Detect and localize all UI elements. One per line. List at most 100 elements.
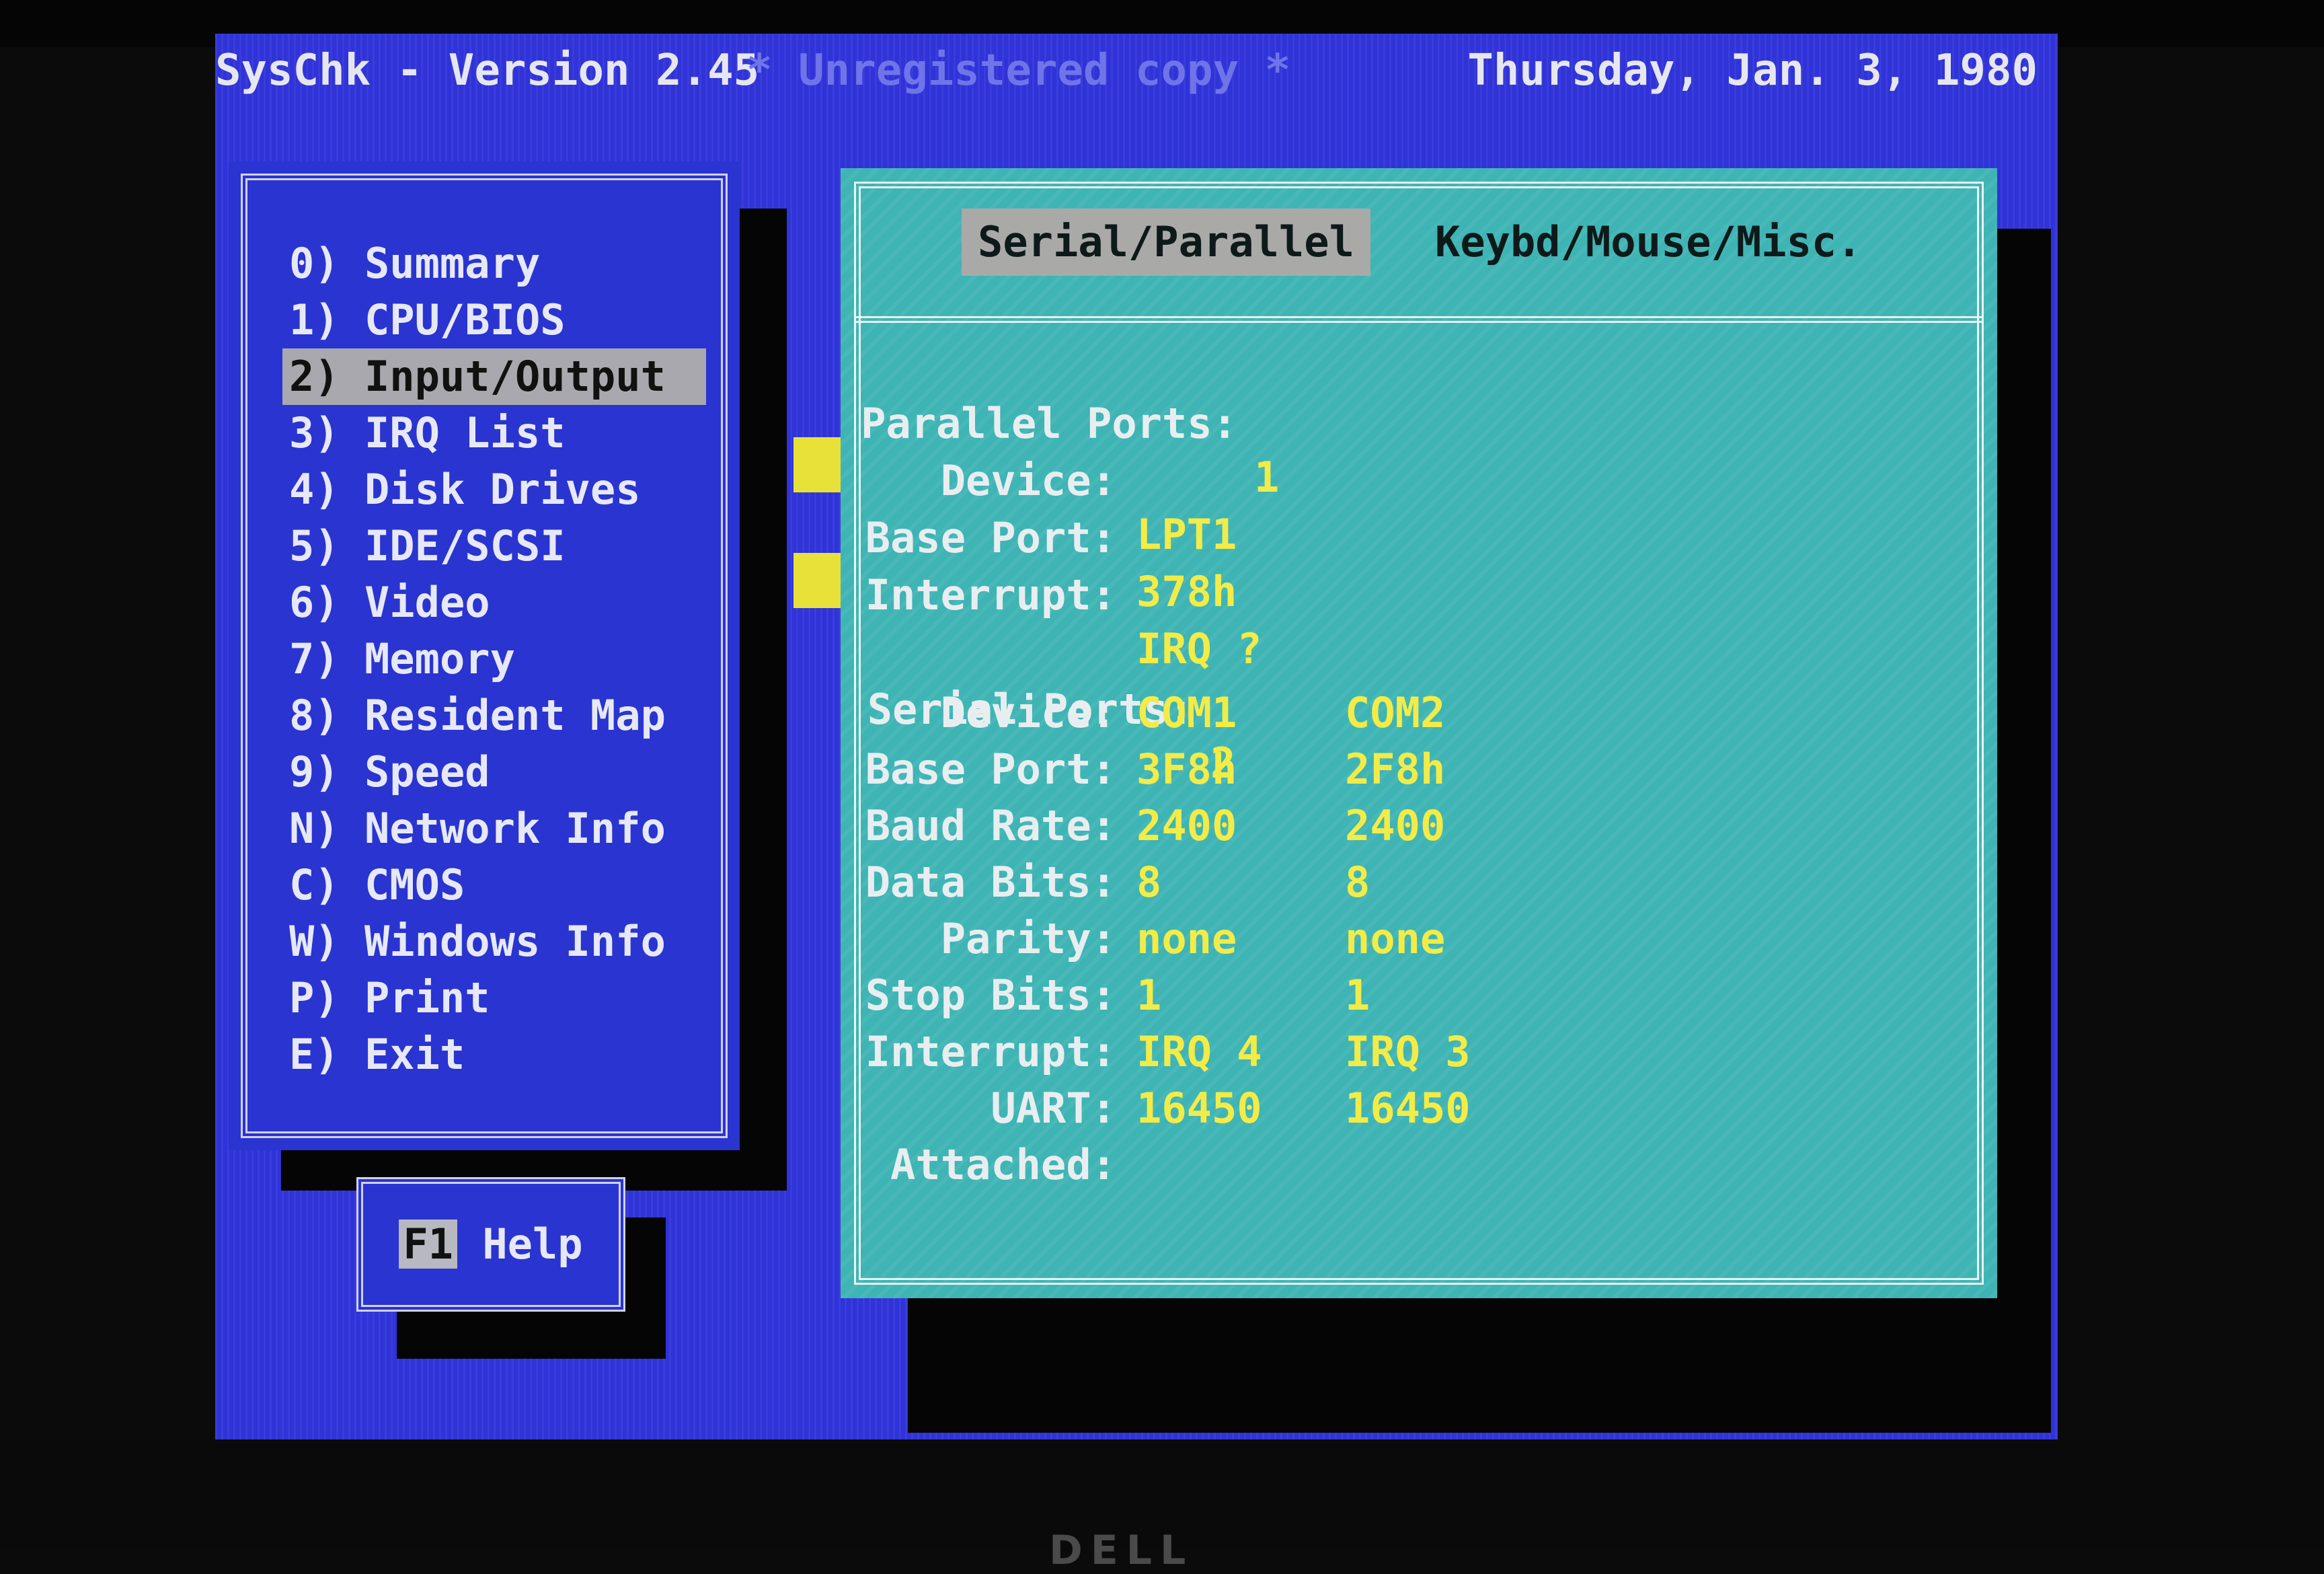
menu-connector-highlight [793, 553, 847, 608]
menu-item-summary[interactable]: 0) Summary [282, 235, 706, 292]
serial-row-label: Data Bits: [865, 858, 1116, 907]
serial-row-label: Base Port: [865, 745, 1116, 794]
serial-row-label: Interrupt: [865, 1027, 1116, 1076]
unregistered-notice: * Unregistered copy * [746, 46, 1291, 96]
parallel-device-row: Device: LPT1 [841, 400, 1984, 559]
menu-item-label: Video [364, 578, 490, 627]
menu-item-label: Print [364, 973, 490, 1022]
menu-item-label: Memory [364, 634, 515, 683]
serial-com2-value: 2F8h [1345, 745, 1446, 794]
serial-row-label: Stop Bits: [865, 971, 1116, 1020]
menu-item-key: W) [289, 917, 340, 966]
serial-row-label: Device: [940, 688, 1116, 737]
serial-ports-row: Serial Ports: 2 [841, 629, 1984, 788]
panel-shadow [1997, 229, 2051, 1372]
menu-item-key: 3) [289, 408, 340, 457]
serial-row-label: Parity: [940, 914, 1116, 963]
tab-divider [854, 316, 1984, 323]
serial-com1-value: COM1 [1136, 688, 1237, 737]
menu-item-key: 0) [289, 239, 340, 288]
serial-com2-value: IRQ 3 [1345, 1027, 1471, 1076]
dos-screen: SysChk - Version 2.45 * Unregistered cop… [215, 34, 2058, 1453]
serial-row-label: Baud Rate: [865, 801, 1116, 850]
io-panel: Serial/Parallel Keybd/Mouse/Misc. Parall… [841, 168, 1997, 1298]
menu-item-irq-list[interactable]: 3) IRQ List [282, 405, 706, 461]
menu-item-cmos[interactable]: C) CMOS [282, 857, 706, 913]
serial-row: UART: 16450 16450 [841, 1082, 1984, 1135]
serial-row: Attached: [841, 1138, 1984, 1192]
menu-item-key: 8) [289, 691, 340, 740]
serial-com1-value: none [1136, 914, 1237, 963]
menu-item-speed[interactable]: 9) Speed [282, 744, 706, 800]
app-title: SysChk - Version 2.45 [215, 46, 760, 96]
menu-item-network-info[interactable]: N) Network Info [282, 800, 706, 857]
serial-row: Stop Bits: 1 1 [841, 969, 1984, 1022]
serial-com1-value: 1 [1136, 971, 1162, 1020]
menu-list: 0) Summary 1) CPU/BIOS 2) Input/Output 3) I… [282, 235, 706, 1083]
menu-item-input-output[interactable]: 2) Input/Output [282, 348, 706, 405]
menu-item-label: CMOS [364, 860, 465, 909]
main-menu: 0) Summary 1) CPU/BIOS 2) Input/Output 3) I… [229, 161, 740, 1150]
menu-item-key: 1) [289, 295, 340, 344]
serial-row: Interrupt: IRQ 4 IRQ 3 [841, 1025, 1984, 1079]
serial-com1-value: 2400 [1136, 801, 1237, 850]
serial-row-label: Attached: [890, 1140, 1116, 1189]
tab-serial-parallel[interactable]: Serial/Parallel [962, 209, 1370, 276]
help-label: Help [482, 1220, 583, 1269]
parallel-ports-row: Parallel Ports: 1 [841, 343, 1984, 502]
menu-connector-highlight [793, 437, 847, 492]
menu-item-label: CPU/BIOS [364, 295, 566, 344]
menu-item-disk-drives[interactable]: 4) Disk Drives [282, 461, 706, 518]
parallel-irq-label: Interrupt: [865, 570, 1116, 620]
parallel-base-value: 378h [1136, 567, 1237, 616]
serial-com2-value: none [1345, 914, 1446, 963]
menu-item-memory[interactable]: 7) Memory [282, 631, 706, 687]
serial-row: Base Port: 3F8h 2F8h [841, 743, 1984, 796]
menu-item-label: Speed [364, 747, 490, 796]
menu-item-cpu-bios[interactable]: 1) CPU/BIOS [282, 292, 706, 348]
serial-row: Baud Rate: 2400 2400 [841, 799, 1984, 853]
menu-item-key: 6) [289, 578, 340, 627]
serial-com2-value: 1 [1345, 971, 1370, 1020]
menu-item-exit[interactable]: E) Exit [282, 1026, 706, 1083]
menu-item-key: 9) [289, 747, 340, 796]
menu-item-key: N) [289, 804, 340, 853]
menu-item-label: IDE/SCSI [364, 521, 566, 570]
monitor-logo: DELL [1049, 1527, 1194, 1574]
help-key-label: F1 [399, 1220, 457, 1269]
title-bar: SysChk - Version 2.45 * Unregistered cop… [215, 34, 2058, 108]
menu-item-key: E) [289, 1030, 340, 1079]
system-date: Thursday, Jan. 3, 1980 [1467, 46, 2038, 96]
serial-com1-value: 8 [1136, 858, 1162, 907]
menu-item-label: IRQ List [364, 408, 566, 457]
parallel-base-row: Base Port: 378h [841, 457, 1984, 616]
parallel-irq-row: Interrupt: IRQ ? [841, 515, 1984, 673]
menu-item-print[interactable]: P) Print [282, 970, 706, 1026]
menu-item-key: P) [289, 973, 340, 1022]
menu-item-windows-info[interactable]: W) Windows Info [282, 913, 706, 970]
menu-item-resident-map[interactable]: 8) Resident Map [282, 687, 706, 744]
help-button[interactable]: F1 Help [356, 1177, 625, 1312]
menu-item-ide-scsi[interactable]: 5) IDE/SCSI [282, 518, 706, 574]
menu-item-key: C) [289, 860, 340, 909]
serial-com1-value: 3F8h [1136, 745, 1237, 794]
menu-item-key: 5) [289, 521, 340, 570]
serial-row: Device: COM1 COM2 [841, 686, 1984, 740]
serial-com1-value: 16450 [1136, 1084, 1262, 1133]
menu-item-label: Disk Drives [364, 465, 641, 514]
serial-com2-value: COM2 [1345, 688, 1446, 737]
serial-com2-value: 8 [1345, 858, 1370, 907]
menu-item-label: Exit [364, 1030, 465, 1079]
serial-com1-value: IRQ 4 [1136, 1027, 1262, 1076]
tab-keybd-mouse-misc[interactable]: Keybd/Mouse/Misc. [1419, 209, 1878, 276]
menu-item-label: Resident Map [364, 691, 666, 740]
menu-item-label: Windows Info [364, 917, 666, 966]
serial-com2-value: 2400 [1345, 801, 1446, 850]
menu-item-key: 7) [289, 634, 340, 683]
menu-item-key: 2) [289, 352, 340, 401]
menu-item-key: 4) [289, 465, 340, 514]
menu-item-label: Network Info [364, 804, 666, 853]
menu-item-video[interactable]: 6) Video [282, 574, 706, 631]
menu-item-label: Summary [364, 239, 541, 288]
menu-item-label: Input/Output [364, 352, 666, 401]
